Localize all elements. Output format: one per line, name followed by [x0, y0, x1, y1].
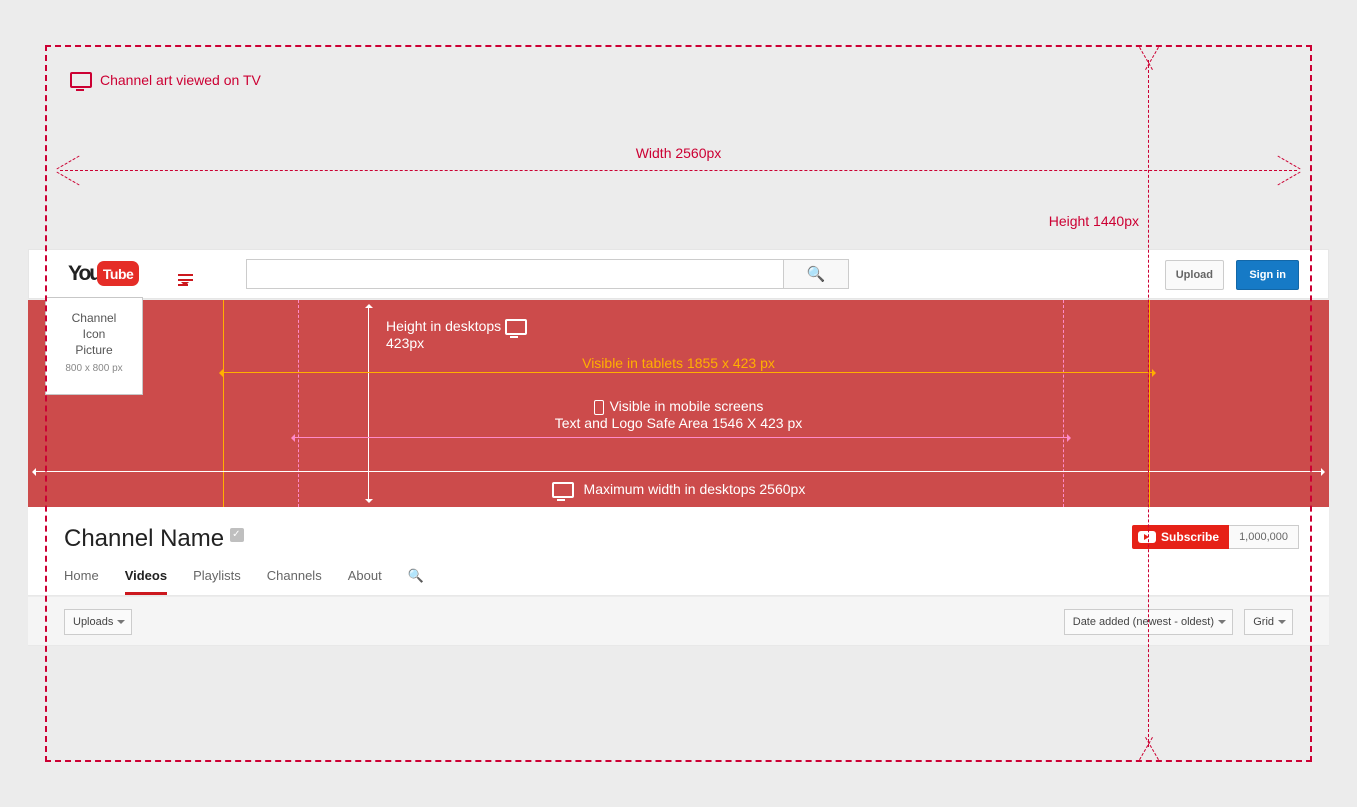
- tv-icon: [70, 72, 92, 88]
- guide-menu-button[interactable]: [178, 265, 198, 283]
- search-input[interactable]: [246, 259, 784, 289]
- view-dropdown[interactable]: Grid: [1244, 609, 1293, 635]
- search-button[interactable]: 🔍: [784, 259, 849, 289]
- channel-info-bar: Channel Name Home Videos Playlists Chann…: [28, 507, 1329, 596]
- search-box: 🔍: [246, 259, 849, 289]
- channel-art: ChannelIconPicture 800 x 800 px Height i…: [28, 300, 1329, 507]
- tablet-label: Visible in tablets 1855 x 423 px: [28, 355, 1329, 371]
- desktop-width-arrow: [36, 471, 1321, 472]
- signin-button[interactable]: Sign in: [1236, 260, 1299, 290]
- subscriber-count: 1,000,000: [1229, 525, 1299, 549]
- uploads-dropdown[interactable]: Uploads: [64, 609, 132, 635]
- tv-height-label: Height 1440px: [1049, 213, 1139, 229]
- channel-icon-placeholder: ChannelIconPicture 800 x 800 px: [45, 297, 143, 395]
- youtube-logo[interactable]: YouTube: [68, 261, 139, 286]
- tab-playlists[interactable]: Playlists: [193, 568, 241, 595]
- verified-badge-icon: [230, 528, 244, 542]
- youtube-header: YouTube 🔍 Upload Sign in: [28, 249, 1329, 299]
- mobile-width-arrow: [295, 437, 1067, 438]
- mobile-icon: [594, 400, 604, 415]
- monitor-icon: [505, 319, 527, 335]
- desktop-width-label: Maximum width in desktops 2560px: [28, 481, 1329, 498]
- tv-art-label: Channel art viewed on TV: [70, 72, 261, 88]
- videos-toolbar: Uploads Date added (newest - oldest) Gri…: [28, 597, 1329, 646]
- channel-name: Channel Name: [64, 525, 244, 553]
- channel-search-icon[interactable]: 🔍: [408, 568, 424, 595]
- subscribe-button[interactable]: Subscribe: [1132, 525, 1229, 549]
- tab-videos[interactable]: Videos: [125, 568, 167, 595]
- channel-tabs: Home Videos Playlists Channels About 🔍: [64, 568, 424, 595]
- tab-home[interactable]: Home: [64, 568, 99, 595]
- upload-button[interactable]: Upload: [1165, 260, 1224, 290]
- tab-about[interactable]: About: [348, 568, 382, 595]
- monitor-icon: [552, 482, 574, 498]
- tv-width-arrow: [60, 170, 1297, 171]
- tablet-width-arrow: [223, 372, 1152, 373]
- desktop-height-label: Height in desktops 423px: [386, 318, 533, 351]
- tab-channels[interactable]: Channels: [267, 568, 322, 595]
- mobile-label: Visible in mobile screens Text and Logo …: [28, 398, 1329, 431]
- subscribe-control: Subscribe 1,000,000: [1132, 525, 1299, 549]
- tv-width-label: Width 2560px: [0, 145, 1357, 161]
- tv-height-arrow: [1148, 60, 1149, 747]
